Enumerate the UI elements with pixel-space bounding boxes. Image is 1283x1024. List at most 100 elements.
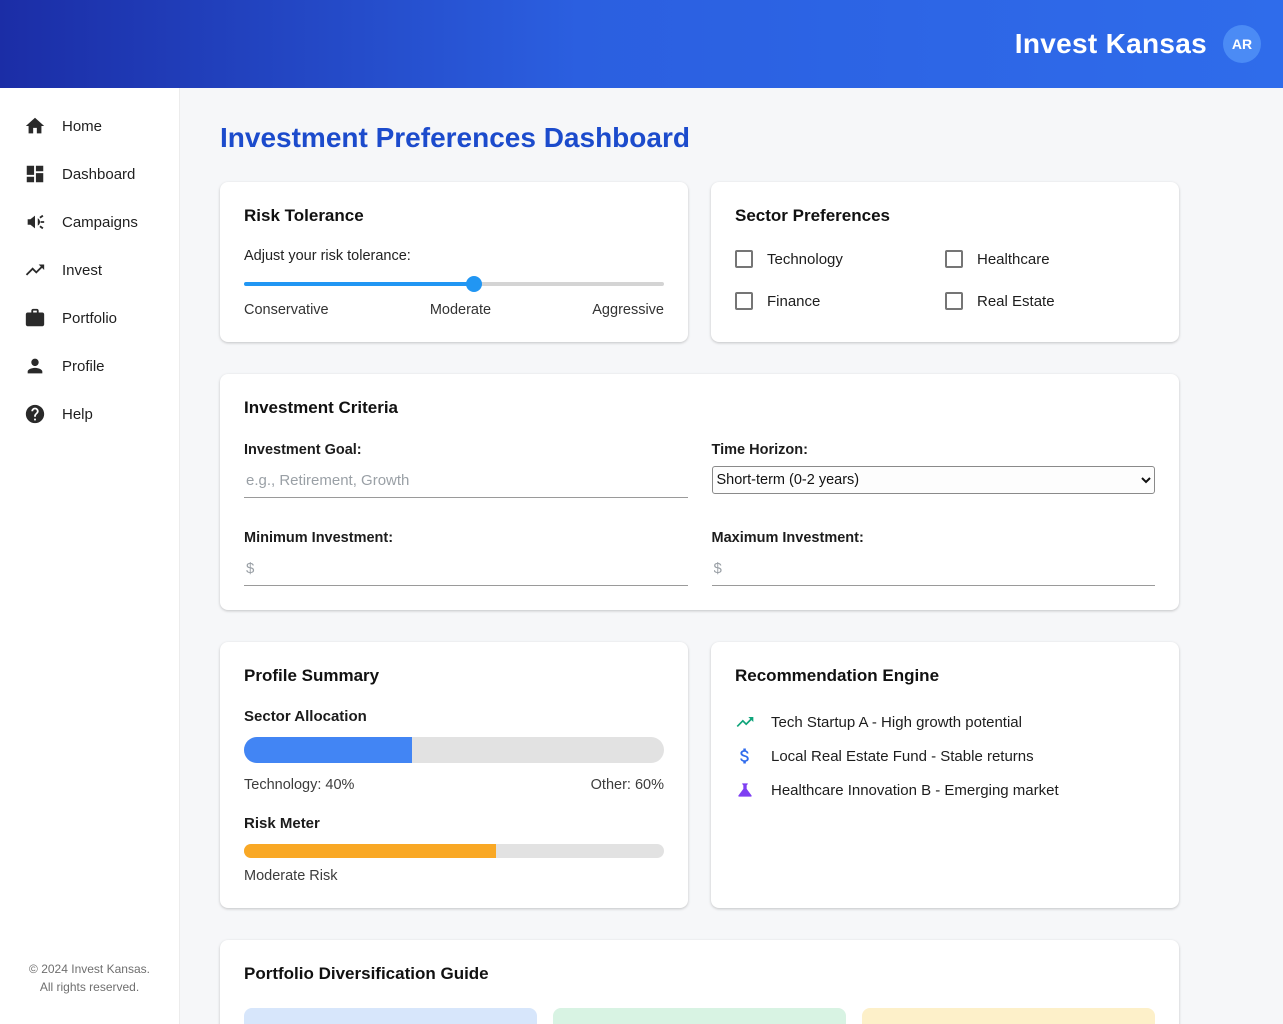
real-estate-checkbox[interactable] (945, 292, 963, 310)
risk-meter-bar (244, 844, 664, 858)
technology-percent-label: Technology: 40% (244, 777, 354, 793)
investment-goal-field: Investment Goal: (244, 442, 688, 498)
sector-allocation-fill (244, 737, 412, 763)
minimum-investment-field: Minimum Investment: (244, 530, 688, 586)
slider-label-conservative: Conservative (244, 302, 329, 318)
sidebar-item-dashboard[interactable]: Dashboard (0, 150, 179, 198)
slider-labels: Conservative Moderate Aggressive (244, 302, 664, 318)
sector-allocation-label: Sector Allocation (244, 708, 664, 725)
maximum-investment-field: Maximum Investment: (712, 530, 1156, 586)
sidebar-item-campaigns[interactable]: Campaigns (0, 198, 179, 246)
app-title: Invest Kansas (1015, 28, 1207, 60)
risk-slider[interactable] (244, 282, 664, 286)
sidebar-item-label: Campaigns (62, 214, 138, 231)
checkbox-row-finance[interactable]: Finance (735, 292, 945, 310)
profile-summary-title: Profile Summary (244, 666, 664, 686)
risk-tolerance-title: Risk Tolerance (244, 206, 664, 226)
recommendation-item: Healthcare Innovation B - Emerging marke… (735, 780, 1155, 800)
sidebar-item-label: Home (62, 118, 102, 135)
app-header: Invest Kansas AR (0, 0, 1283, 88)
profile-summary-card: Profile Summary Sector Allocation Techno… (220, 642, 688, 908)
summary-card-row: Profile Summary Sector Allocation Techno… (220, 642, 1179, 908)
risk-meter-fill (244, 844, 496, 858)
page-title: Investment Preferences Dashboard (220, 122, 1283, 154)
investment-criteria-card: Investment Criteria Investment Goal: Tim… (220, 374, 1179, 610)
guide-box-1 (244, 1008, 537, 1024)
sidebar-item-invest[interactable]: Invest (0, 246, 179, 294)
recommendation-list: Tech Startup A - High growth potential L… (735, 712, 1155, 800)
minimum-investment-label: Minimum Investment: (244, 530, 688, 546)
sidebar-item-profile[interactable]: Profile (0, 342, 179, 390)
sidebar-item-label: Portfolio (62, 310, 117, 327)
sector-allocation-bar (244, 737, 664, 763)
sidebar-item-help[interactable]: Help (0, 390, 179, 438)
guide-box-2 (553, 1008, 846, 1024)
time-horizon-label: Time Horizon: (712, 442, 1156, 458)
recommendation-engine-card: Recommendation Engine Tech Startup A - H… (711, 642, 1179, 908)
recommendation-item: Tech Startup A - High growth potential (735, 712, 1155, 732)
allocation-labels: Technology: 40% Other: 60% (244, 777, 664, 793)
maximum-investment-label: Maximum Investment: (712, 530, 1156, 546)
guide-box-3 (862, 1008, 1155, 1024)
sector-preferences-title: Sector Preferences (735, 206, 1155, 226)
main-content: Investment Preferences Dashboard Risk To… (180, 88, 1283, 1024)
checkbox-row-technology[interactable]: Technology (735, 250, 945, 268)
checkbox-label: Finance (767, 293, 820, 310)
trending-up-icon (24, 259, 46, 281)
avatar[interactable]: AR (1223, 25, 1261, 63)
sidebar-item-label: Profile (62, 358, 105, 375)
time-horizon-select[interactable]: Short-term (0-2 years) (712, 466, 1156, 494)
time-horizon-field: Time Horizon: Short-term (0-2 years) (712, 442, 1156, 498)
risk-tolerance-card: Risk Tolerance Adjust your risk toleranc… (220, 182, 688, 342)
minimum-investment-input[interactable] (244, 554, 688, 586)
sidebar-item-portfolio[interactable]: Portfolio (0, 294, 179, 342)
portfolio-icon (24, 307, 46, 329)
science-icon (735, 780, 755, 800)
risk-meter-label: Risk Meter (244, 815, 664, 832)
sidebar-item-label: Invest (62, 262, 102, 279)
guide-grid (244, 1008, 1155, 1024)
app-body: Home Dashboard Campaigns Invest Portfoli… (0, 88, 1283, 1024)
risk-slider-label: Adjust your risk tolerance: (244, 248, 664, 264)
recommendation-item: Local Real Estate Fund - Stable returns (735, 746, 1155, 766)
sidebar: Home Dashboard Campaigns Invest Portfoli… (0, 88, 180, 1024)
help-icon (24, 403, 46, 425)
checkbox-label: Technology (767, 251, 843, 268)
person-icon (24, 355, 46, 377)
criteria-grid: Investment Goal: Time Horizon: Short-ter… (244, 442, 1155, 586)
checkbox-row-real-estate[interactable]: Real Estate (945, 292, 1155, 310)
risk-level-text: Moderate Risk (244, 868, 664, 884)
sidebar-footer: © 2024 Invest Kansas. All rights reserve… (0, 960, 179, 996)
dashboard-icon (24, 163, 46, 185)
dollar-icon (735, 746, 755, 766)
recommendation-text: Healthcare Innovation B - Emerging marke… (771, 782, 1059, 799)
home-icon (24, 115, 46, 137)
recommendation-engine-title: Recommendation Engine (735, 666, 1155, 686)
sidebar-item-label: Help (62, 406, 93, 423)
technology-checkbox[interactable] (735, 250, 753, 268)
trending-up-icon (735, 712, 755, 732)
checkbox-row-healthcare[interactable]: Healthcare (945, 250, 1155, 268)
slider-label-aggressive: Aggressive (592, 302, 664, 318)
top-card-row: Risk Tolerance Adjust your risk toleranc… (220, 182, 1179, 342)
diversification-guide-title: Portfolio Diversification Guide (244, 964, 1155, 984)
investment-goal-input[interactable] (244, 466, 688, 498)
slider-label-moderate: Moderate (430, 302, 491, 318)
checkbox-label: Healthcare (977, 251, 1050, 268)
maximum-investment-input[interactable] (712, 554, 1156, 586)
campaign-icon (24, 211, 46, 233)
dashboard-content: Risk Tolerance Adjust your risk toleranc… (220, 182, 1179, 1024)
sector-checkbox-grid: Technology Healthcare Finance Real (735, 250, 1155, 310)
investment-criteria-title: Investment Criteria (244, 398, 1155, 418)
investment-goal-label: Investment Goal: (244, 442, 688, 458)
sector-preferences-card: Sector Preferences Technology Healthcare (711, 182, 1179, 342)
checkbox-label: Real Estate (977, 293, 1055, 310)
sidebar-item-label: Dashboard (62, 166, 135, 183)
diversification-guide-card: Portfolio Diversification Guide (220, 940, 1179, 1024)
recommendation-text: Local Real Estate Fund - Stable returns (771, 748, 1034, 765)
finance-checkbox[interactable] (735, 292, 753, 310)
healthcare-checkbox[interactable] (945, 250, 963, 268)
recommendation-text: Tech Startup A - High growth potential (771, 714, 1022, 731)
other-percent-label: Other: 60% (591, 777, 664, 793)
sidebar-item-home[interactable]: Home (0, 102, 179, 150)
